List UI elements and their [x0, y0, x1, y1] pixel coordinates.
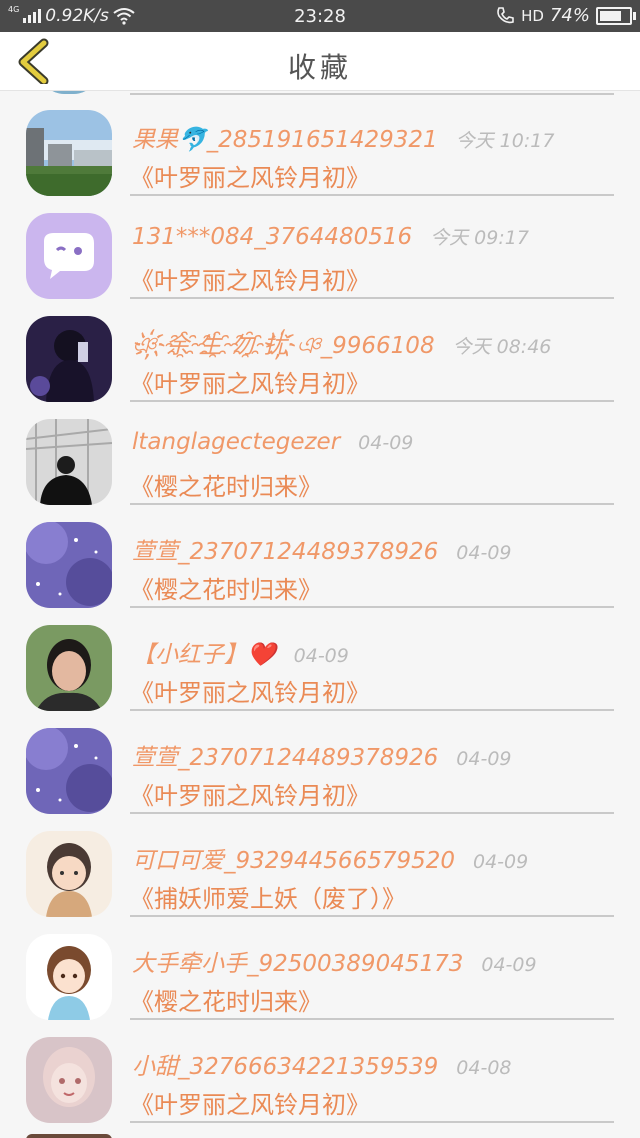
item-time: 今天 10:17: [455, 130, 555, 152]
avatar[interactable]: [26, 316, 112, 402]
partial-avatar: [26, 1134, 112, 1138]
list-item[interactable]: 萱萱_23707124489378926 04-09 《叶罗丽之风铃月初》: [0, 708, 640, 814]
item-time: 04-08: [456, 1057, 512, 1079]
avatar[interactable]: [26, 522, 112, 608]
list-item[interactable]: 小甜_32766634221359539 04-08 《叶罗丽之风铃月初》: [0, 1017, 640, 1123]
list-item[interactable]: 萱萱_23707124489378926 04-09 《樱之花时归来》: [0, 502, 640, 608]
avatar[interactable]: [26, 831, 112, 917]
item-time: 04-09: [358, 432, 414, 454]
item-time: 今天 08:46: [452, 336, 552, 358]
item-title: 可口可爱_932944566579520 04-09: [132, 841, 528, 875]
item-time: 04-09: [456, 542, 512, 564]
avatar[interactable]: [26, 934, 112, 1020]
book-title: 《樱之花时归来》: [130, 576, 322, 604]
item-time: 04-09: [293, 645, 349, 667]
book-title: 《叶罗丽之风铃月初》: [130, 1091, 370, 1119]
avatar[interactable]: [26, 419, 112, 505]
author-name: 【小红子】❤️: [132, 642, 276, 668]
author-name: 果果🐬_285191651429321: [132, 127, 438, 153]
book-title: 《叶罗丽之风铃月初》: [130, 782, 370, 810]
list-item[interactable]: 果果🐬_285191651429321 今天 10:17 《叶罗丽之风铃月初》: [0, 90, 640, 196]
author-name: ltanglagectegezer: [132, 429, 341, 455]
author-name: 萱萱_23707124489378926: [132, 745, 439, 771]
battery-percent: 74%: [549, 5, 590, 26]
book-title: 《樱之花时归来》: [130, 473, 322, 501]
hd-indicator: HD: [521, 6, 544, 25]
author-name: 萱萱_23707124489378926: [132, 539, 439, 565]
author-name: 可口可爱_932944566579520: [132, 848, 455, 874]
avatar[interactable]: [26, 213, 112, 299]
book-title: 《叶罗丽之风铃月初》: [130, 370, 370, 398]
phone-icon: [497, 6, 514, 23]
status-bar: 4G 0.92K/s 23:28 HD 74%: [0, 0, 640, 32]
item-time: 04-09: [456, 748, 512, 770]
item-time: 今天 09:17: [430, 227, 529, 249]
divider: [130, 1121, 614, 1123]
list-item[interactable]: 131***084_3764480516 今天 09:17 《叶罗丽之风铃月初》: [0, 193, 640, 299]
item-title: 【小红子】❤️ 04-09: [132, 635, 349, 669]
avatar[interactable]: [26, 625, 112, 711]
author-name: ঞ҉余҈生҈勿҈扰҉ঞ_9966108: [132, 333, 435, 359]
book-title: 《叶罗丽之风铃月初》: [130, 679, 370, 707]
avatar[interactable]: [26, 728, 112, 814]
favorites-list: 果果🐬_285191651429321 今天 10:17 《叶罗丽之风铃月初》 1…: [0, 90, 640, 1138]
list-item[interactable]: ltanglagectegezer 04-09 《樱之花时归来》: [0, 399, 640, 505]
list-item[interactable]: 可口可爱_932944566579520 04-09 《捕妖师爱上妖（废了）》: [0, 811, 640, 917]
author-name: 小甜_32766634221359539: [132, 1054, 439, 1080]
item-title: 萱萱_23707124489378926 04-09: [132, 738, 512, 772]
item-title: 小甜_32766634221359539 04-08: [132, 1047, 512, 1081]
battery-icon: [596, 6, 636, 25]
list-item[interactable]: 【小红子】❤️ 04-09 《叶罗丽之风铃月初》: [0, 605, 640, 711]
item-title: ঞ҉余҈生҈勿҈扰҉ঞ_9966108 今天 08:46: [132, 326, 551, 366]
item-title: ltanglagectegezer 04-09: [132, 429, 413, 455]
list-item[interactable]: ঞ҉余҈生҈勿҈扰҉ঞ_9966108 今天 08:46 《叶罗丽之风铃月初》: [0, 296, 640, 402]
book-title: 《叶罗丽之风铃月初》: [130, 164, 370, 192]
book-title: 《捕妖师爱上妖（废了）》: [130, 885, 406, 913]
avatar[interactable]: [26, 110, 112, 196]
item-title: 大手牵小手_92500389045173 04-09: [132, 944, 537, 978]
list-item[interactable]: 大手牵小手_92500389045173 04-09 《樱之花时归来》: [0, 914, 640, 1020]
author-name: 大手牵小手_92500389045173: [132, 951, 464, 977]
avatar[interactable]: [26, 1037, 112, 1123]
book-title: 《叶罗丽之风铃月初》: [130, 267, 370, 295]
status-right: HD 74%: [495, 5, 636, 26]
book-title: 《樱之花时归来》: [130, 988, 322, 1016]
item-time: 04-09: [481, 954, 537, 976]
item-title: 131***084_3764480516 今天 09:17: [132, 223, 529, 250]
item-time: 04-09: [473, 851, 529, 873]
page-title: 收藏: [287, 51, 352, 84]
nav-bar: 收藏: [0, 32, 640, 91]
author-name: 131***084_3764480516: [132, 224, 413, 250]
item-title: 果果🐬_285191651429321 今天 10:17: [132, 120, 554, 154]
item-title: 萱萱_23707124489378926 04-09: [132, 532, 512, 566]
